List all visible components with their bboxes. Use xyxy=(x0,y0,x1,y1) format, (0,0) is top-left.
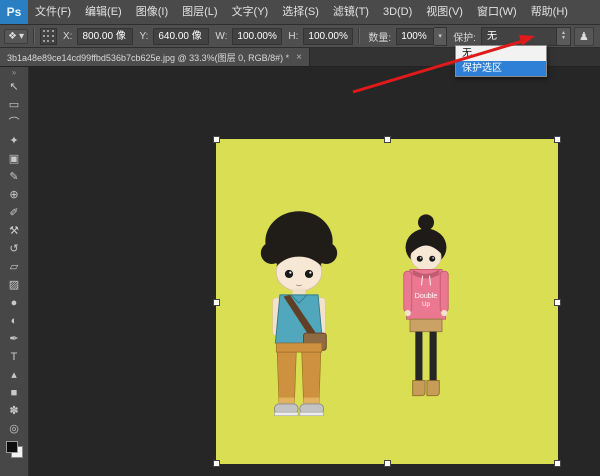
menu-item-view[interactable]: 视图(V) xyxy=(419,0,470,24)
reference-point-locator[interactable] xyxy=(40,28,57,45)
eraser-tool[interactable]: ▱ xyxy=(2,258,26,276)
crop-tool[interactable]: ▣ xyxy=(2,150,26,168)
document-tab[interactable]: 3b1a48e89ce14cd99ffbd536b7cb625e.jpg @ 3… xyxy=(0,48,310,66)
width-field-label: W: xyxy=(215,31,227,42)
main-area: » ↖ ▭ ⌒ ✦ ▣ ✎ ⊕ ✐ ⚒ ↺ ▱ ▨ ● ◐ ✒ T ▴ ■ ✽ … xyxy=(0,67,600,476)
type-tool[interactable]: T xyxy=(2,348,26,366)
menu-item-image[interactable]: 图像(I) xyxy=(129,0,175,24)
height-field-label: H: xyxy=(288,31,298,42)
menu-item-edit[interactable]: 编辑(E) xyxy=(78,0,129,24)
transform-handle-top-left[interactable] xyxy=(213,136,220,143)
menu-item-filter[interactable]: 滤镜(T) xyxy=(326,0,376,24)
protect-dropdown-list: 无 保护选区 xyxy=(455,45,547,77)
menu-item-type[interactable]: 文字(Y) xyxy=(225,0,276,24)
x-field-input[interactable]: 800.00 像 xyxy=(77,28,133,45)
menu-item-file[interactable]: 文件(F) xyxy=(28,0,78,24)
menu-item-help[interactable]: 帮助(H) xyxy=(524,0,575,24)
menu-item-select[interactable]: 选择(S) xyxy=(275,0,326,24)
brush-tool[interactable]: ✐ xyxy=(2,204,26,222)
transform-handle-top-right[interactable] xyxy=(554,136,561,143)
blur-tool[interactable]: ● xyxy=(2,294,26,312)
divider xyxy=(358,28,360,44)
healing-brush-tool[interactable]: ⊕ xyxy=(2,186,26,204)
move-tool[interactable]: ↖ xyxy=(2,78,26,96)
menu-item-layer[interactable]: 图层(L) xyxy=(175,0,224,24)
menu-item-3d[interactable]: 3D(D) xyxy=(376,0,419,24)
dropdown-option-protect-selection[interactable]: 保护选区 xyxy=(456,61,546,76)
quick-selection-tool[interactable]: ✦ xyxy=(2,132,26,150)
y-field-label: Y: xyxy=(139,31,148,42)
x-field-label: X: xyxy=(63,31,72,42)
gradient-tool[interactable]: ▨ xyxy=(2,276,26,294)
transform-handle-bottom-left[interactable] xyxy=(213,460,220,467)
protect-select[interactable]: 无 ▲ ▼ xyxy=(481,27,571,46)
protect-label: 保护: xyxy=(453,29,476,44)
eyedropper-tool[interactable]: ✎ xyxy=(2,168,26,186)
transform-handle-bottom-right[interactable] xyxy=(554,460,561,467)
transform-handle-bottom-middle[interactable] xyxy=(384,460,391,467)
height-field-input[interactable]: 100.00% xyxy=(303,28,353,45)
transform-handle-top-middle[interactable] xyxy=(384,136,391,143)
transform-handle-middle-left[interactable] xyxy=(213,299,220,306)
amount-field[interactable]: 100% ▾ xyxy=(396,27,447,46)
color-swatches[interactable] xyxy=(6,441,23,458)
menu-item-window[interactable]: 窗口(W) xyxy=(470,0,524,24)
tool-panel: » ↖ ▭ ⌒ ✦ ▣ ✎ ⊕ ✐ ⚒ ↺ ▱ ▨ ● ◐ ✒ T ▴ ■ ✽ … xyxy=(0,67,29,476)
clone-stamp-tool[interactable]: ⚒ xyxy=(2,222,26,240)
dropdown-option-none[interactable]: 无 xyxy=(456,46,546,61)
transform-handle-middle-right[interactable] xyxy=(554,299,561,306)
amount-label: 数量: xyxy=(368,29,391,44)
rectangular-marquee-tool[interactable]: ▭ xyxy=(2,96,26,114)
path-selection-tool[interactable]: ▴ xyxy=(2,366,26,384)
dodge-tool[interactable]: ◐ xyxy=(2,312,26,330)
svg-text:Double: Double xyxy=(415,292,438,300)
tool-preset-picker[interactable]: ❖ ▾ xyxy=(4,29,28,44)
document-tab-title: 3b1a48e89ce14cd99ffbd536b7cb625e.jpg @ 3… xyxy=(7,51,289,64)
person-icon: ♟ xyxy=(579,30,589,43)
lasso-tool[interactable]: ⌒ xyxy=(2,114,26,132)
amount-input[interactable]: 100% xyxy=(396,28,434,45)
protect-skin-tones-button[interactable]: ♟ xyxy=(574,27,594,46)
tool-preset-icon: ❖ xyxy=(8,31,17,42)
photoshop-logo: Ps xyxy=(0,0,28,24)
width-field-input[interactable]: 100.00% xyxy=(232,28,282,45)
collapse-panel-icon[interactable]: » xyxy=(12,68,16,78)
pasteboard: Double Up xyxy=(29,67,600,476)
close-icon[interactable]: × xyxy=(296,52,302,63)
document-canvas[interactable]: Double Up xyxy=(216,139,558,464)
divider xyxy=(33,28,35,44)
combo-arrows-icon[interactable]: ▲ ▼ xyxy=(556,28,570,45)
svg-text:Up: Up xyxy=(422,301,430,308)
y-field-input[interactable]: 640.00 像 xyxy=(153,28,209,45)
girl-illustration: Double Up xyxy=(386,203,466,431)
pen-tool[interactable]: ✒ xyxy=(2,330,26,348)
hand-tool[interactable]: ✽ xyxy=(2,402,26,420)
menu-bar: Ps 文件(F) 编辑(E) 图像(I) 图层(L) 文字(Y) 选择(S) 滤… xyxy=(0,0,600,25)
boy-illustration xyxy=(249,196,349,441)
chevron-down-icon: ▾ xyxy=(19,31,24,42)
zoom-tool[interactable]: ◎ xyxy=(2,420,26,438)
shape-tool[interactable]: ■ xyxy=(2,384,26,402)
foreground-color-swatch[interactable] xyxy=(6,441,18,453)
protect-select-value: 无 xyxy=(482,28,556,45)
history-brush-tool[interactable]: ↺ xyxy=(2,240,26,258)
amount-dropdown-arrow-icon[interactable]: ▾ xyxy=(434,27,447,46)
